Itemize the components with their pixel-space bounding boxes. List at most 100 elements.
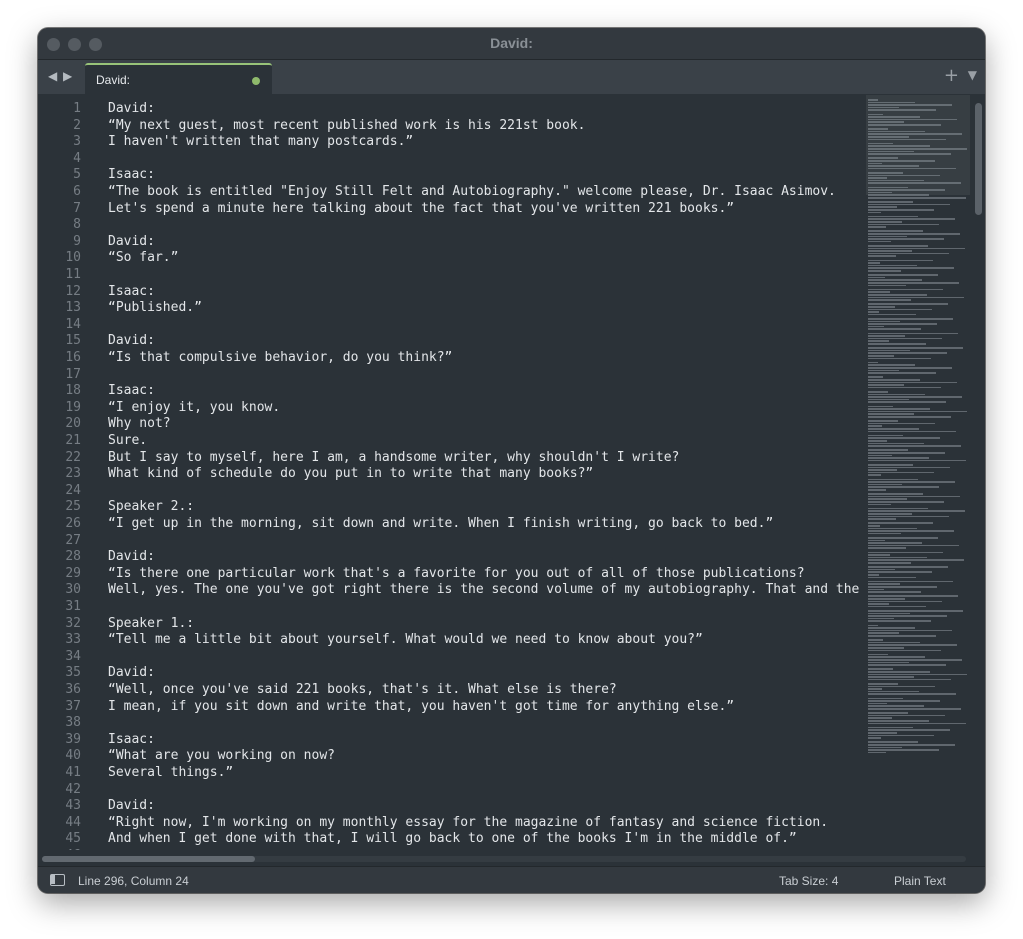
tab-size[interactable]: Tab Size: 4 (779, 874, 838, 888)
vertical-scrollbar[interactable] (972, 95, 985, 850)
editor-line[interactable]: 9 David: (38, 234, 864, 251)
editor-line[interactable]: 11 (38, 267, 864, 284)
line-text[interactable]: Sure. (108, 433, 147, 450)
editor-line[interactable]: 13 “Published.” (38, 300, 864, 317)
line-text[interactable]: “Is there one particular work that's a f… (108, 566, 805, 583)
line-text[interactable]: “My next guest, most recent published wo… (108, 118, 585, 135)
editor-line[interactable]: 17 (38, 367, 864, 384)
line-text[interactable]: Let's spend a minute here talking about … (108, 201, 734, 218)
editor-line[interactable]: 20 Why not? (38, 416, 864, 433)
line-text[interactable]: David: (108, 549, 155, 566)
line-text[interactable]: I haven't written that many postcards.” (108, 134, 413, 151)
editor-line[interactable]: 19 “I enjoy it, you know. (38, 400, 864, 417)
horizontal-scrollbar-thumb[interactable] (42, 856, 255, 862)
minimap-line (868, 722, 966, 725)
editor-line[interactable]: 21 Sure. (38, 433, 864, 450)
editor-line[interactable]: 41 Several things.” (38, 765, 864, 782)
line-text[interactable]: David: (108, 234, 155, 251)
line-text[interactable]: Isaac: (108, 167, 155, 184)
editor-line[interactable]: 39 Isaac: (38, 732, 864, 749)
plus-icon[interactable]: + (944, 65, 959, 86)
editor-line[interactable]: 28 David: (38, 549, 864, 566)
editor-line[interactable]: 24 (38, 483, 864, 500)
editor-line[interactable]: 29 “Is there one particular work that's a… (38, 566, 864, 583)
line-text[interactable]: Isaac: (108, 284, 155, 301)
editor-line[interactable]: 4 (38, 151, 864, 168)
line-text[interactable]: “So far.” (108, 250, 178, 267)
horizontal-scrollbar[interactable] (38, 850, 972, 866)
line-text[interactable]: “Right now, I'm working on my monthly es… (108, 815, 828, 832)
panel-icon[interactable] (50, 874, 65, 886)
line-text[interactable]: I mean, if you sit down and write that, … (108, 699, 734, 716)
editor-line[interactable]: 35 David: (38, 665, 864, 682)
cursor-position[interactable]: Line 296, Column 24 (78, 874, 189, 888)
line-text[interactable]: “Is that compulsive behavior, do you thi… (108, 350, 452, 367)
editor-line[interactable]: 25 Speaker 2.: (38, 499, 864, 516)
editor-line[interactable]: 10 “So far.” (38, 250, 864, 267)
editor-line[interactable]: 16 “Is that compulsive behavior, do you t… (38, 350, 864, 367)
editor-line[interactable]: 42 (38, 782, 864, 799)
editor-line[interactable]: 22 But I say to myself, here I am, a hand… (38, 450, 864, 467)
line-text[interactable]: “Well, once you've said 221 books, that'… (108, 682, 617, 699)
line-text[interactable]: Speaker 2.: (108, 499, 194, 516)
line-text[interactable]: Several things.” (108, 765, 233, 782)
editor-line[interactable]: 30 Well, yes. The one you've got right th… (38, 582, 864, 599)
line-text[interactable]: “Tell me a little bit about yourself. Wh… (108, 632, 703, 649)
editor-line[interactable]: 12 Isaac: (38, 284, 864, 301)
vertical-scrollbar-thumb[interactable] (975, 103, 982, 215)
tab-david[interactable]: David: (85, 63, 272, 95)
editor-line[interactable]: 43 David: (38, 798, 864, 815)
editor-line[interactable]: 6 “The book is entitled "Enjoy Still Felt… (38, 184, 864, 201)
triangle-left-icon[interactable]: ◀ (48, 69, 57, 83)
editor-line[interactable]: 45 And when I get done with that, I will … (38, 831, 864, 848)
line-text[interactable]: David: (108, 101, 155, 118)
line-text[interactable]: Isaac: (108, 383, 155, 400)
editor-line[interactable]: 14 (38, 317, 864, 334)
minimap[interactable] (864, 95, 972, 850)
editor-line[interactable]: 3 I haven't written that many postcards.” (38, 134, 864, 151)
line-text[interactable]: Why not? (108, 416, 171, 433)
line-text[interactable]: “What are you working on now? (108, 748, 335, 765)
line-text[interactable]: “I get up in the morning, sit down and w… (108, 516, 773, 533)
editor-line[interactable]: 32 Speaker 1.: (38, 616, 864, 633)
editor-line[interactable]: 15 David: (38, 333, 864, 350)
editor-line[interactable]: 27 (38, 533, 864, 550)
minimap-line (868, 656, 925, 658)
line-text[interactable]: David: (108, 665, 155, 682)
triangle-right-icon[interactable]: ▶ (63, 69, 72, 83)
editor-line[interactable]: 23 What kind of schedule do you put in to… (38, 466, 864, 483)
editor-line[interactable]: 38 (38, 715, 864, 732)
line-number: 34 (65, 648, 81, 664)
editor-line[interactable]: 36 “Well, once you've said 221 books, tha… (38, 682, 864, 699)
line-text[interactable]: Isaac: (108, 732, 155, 749)
editor-line[interactable]: 34 (38, 649, 864, 666)
line-text[interactable]: And when I get done with that, I will go… (108, 831, 797, 848)
line-text[interactable]: What kind of schedule do you put in to w… (108, 466, 593, 483)
editor-line[interactable]: 37 I mean, if you sit down and write that… (38, 699, 864, 716)
text-editor[interactable]: 1 David: 2 “My next guest, most recent publ… (38, 95, 864, 850)
editor-line[interactable]: 2 “My next guest, most recent published w… (38, 118, 864, 135)
line-text[interactable]: “The book is entitled "Enjoy Still Felt … (108, 184, 836, 201)
line-text[interactable]: Speaker 1.: (108, 616, 194, 633)
editor-line[interactable]: 40 “What are you working on now? (38, 748, 864, 765)
line-text[interactable]: “I enjoy it, you know. (108, 400, 280, 417)
editor-line[interactable]: 7 Let's spend a minute here talking about… (38, 201, 864, 218)
editor-line[interactable]: 26 “I get up in the morning, sit down and… (38, 516, 864, 533)
editor-line[interactable]: 33 “Tell me a little bit about yourself. … (38, 632, 864, 649)
line-text[interactable]: David: (108, 798, 155, 815)
syntax-mode[interactable]: Plain Text (894, 874, 946, 888)
editor-line[interactable]: 5 Isaac: (38, 167, 864, 184)
editor-line[interactable]: 44 “Right now, I'm working on my monthly … (38, 815, 864, 832)
triangle-down-icon[interactable]: ▼ (968, 68, 977, 82)
line-text[interactable]: Well, yes. The one you've got right ther… (108, 582, 864, 599)
modified-indicator-icon[interactable] (252, 77, 260, 85)
minimap-line (868, 580, 953, 583)
editor-line[interactable]: 8 (38, 217, 864, 234)
line-text[interactable]: But I say to myself, here I am, a handso… (108, 450, 679, 467)
line-text[interactable]: David: (108, 333, 155, 350)
editor-line[interactable]: 18 Isaac: (38, 383, 864, 400)
editor-line[interactable]: 1 David: (38, 101, 864, 118)
line-number: 42 (65, 781, 81, 797)
editor-line[interactable]: 31 (38, 599, 864, 616)
line-text[interactable]: “Published.” (108, 300, 202, 317)
